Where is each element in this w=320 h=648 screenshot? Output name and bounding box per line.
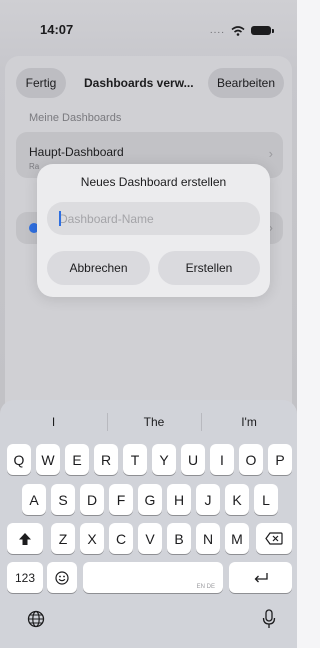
emoji-icon <box>55 570 69 585</box>
key-z[interactable]: Z <box>51 523 75 554</box>
globe-button[interactable] <box>25 608 47 630</box>
status-icons: .... <box>209 25 274 36</box>
key-e[interactable]: E <box>65 444 89 475</box>
section-header: Meine Dashboards <box>29 112 122 124</box>
key-n[interactable]: N <box>196 523 220 554</box>
language-indicator: EN DE <box>196 584 215 590</box>
microphone-icon <box>262 609 276 628</box>
cancel-button[interactable]: Abbrechen <box>47 251 150 285</box>
key-a[interactable]: A <box>22 484 46 515</box>
return-key[interactable] <box>229 562 292 593</box>
new-dashboard-alert: Neues Dashboard erstellen Abbrechen Erst… <box>37 164 270 297</box>
battery-icon <box>251 26 274 35</box>
status-bar: 14:07 .... <box>0 0 297 52</box>
return-icon <box>254 572 268 582</box>
key-w[interactable]: W <box>36 444 60 475</box>
key-m[interactable]: M <box>225 523 249 554</box>
key-t[interactable]: T <box>123 444 147 475</box>
key-k[interactable]: K <box>225 484 249 515</box>
text-caret <box>59 211 61 226</box>
dashboard-name-input[interactable] <box>47 202 260 235</box>
globe-icon <box>27 610 45 628</box>
suggestion-2[interactable]: The <box>107 410 201 434</box>
key-i[interactable]: I <box>210 444 234 475</box>
microphone-button[interactable] <box>258 608 280 630</box>
edit-button[interactable]: Bearbeiten <box>208 68 284 98</box>
key-l[interactable]: L <box>254 484 278 515</box>
key-p[interactable]: P <box>268 444 292 475</box>
suggestion-3[interactable]: I'm <box>201 410 297 434</box>
dashboard-name-field[interactable] <box>47 202 260 235</box>
keyboard: I The I'm Q W E R T Y U I O P A S D F G … <box>0 400 297 648</box>
shift-key[interactable] <box>7 523 43 554</box>
key-o[interactable]: O <box>239 444 263 475</box>
key-r[interactable]: R <box>94 444 118 475</box>
wifi-icon <box>231 25 245 36</box>
key-d[interactable]: D <box>80 484 104 515</box>
done-button[interactable]: Fertig <box>16 68 66 98</box>
screen: 14:07 .... Fertig Dashboards verw... Bea… <box>0 0 297 648</box>
delete-icon <box>265 532 283 545</box>
key-v[interactable]: V <box>138 523 162 554</box>
alert-title: Neues Dashboard erstellen <box>80 175 227 189</box>
space-key[interactable]: EN DE <box>83 562 223 593</box>
nav-bar: Fertig Dashboards verw... Bearbeiten <box>5 68 292 98</box>
signal-dots: .... <box>209 25 225 36</box>
delete-key[interactable] <box>256 523 292 554</box>
suggestion-1[interactable]: I <box>0 410 107 434</box>
dashboard-title: Haupt-Dashboard <box>29 145 124 159</box>
nav-title: Dashboards verw... <box>84 76 194 90</box>
key-j[interactable]: J <box>196 484 220 515</box>
chevron-right-icon: › <box>268 146 273 161</box>
create-button[interactable]: Erstellen <box>158 251 260 285</box>
status-time: 14:07 <box>40 22 74 37</box>
numbers-key[interactable]: 123 <box>7 562 43 593</box>
key-h[interactable]: H <box>167 484 191 515</box>
key-s[interactable]: S <box>51 484 75 515</box>
key-y[interactable]: Y <box>152 444 176 475</box>
emoji-key[interactable] <box>47 562 77 593</box>
key-f[interactable]: F <box>109 484 133 515</box>
key-u[interactable]: U <box>181 444 205 475</box>
key-c[interactable]: C <box>109 523 133 554</box>
dashboard-subtitle: Ra <box>29 162 40 171</box>
key-b[interactable]: B <box>167 523 191 554</box>
key-q[interactable]: Q <box>7 444 31 475</box>
key-x[interactable]: X <box>80 523 104 554</box>
shift-icon <box>19 532 31 545</box>
key-g[interactable]: G <box>138 484 162 515</box>
